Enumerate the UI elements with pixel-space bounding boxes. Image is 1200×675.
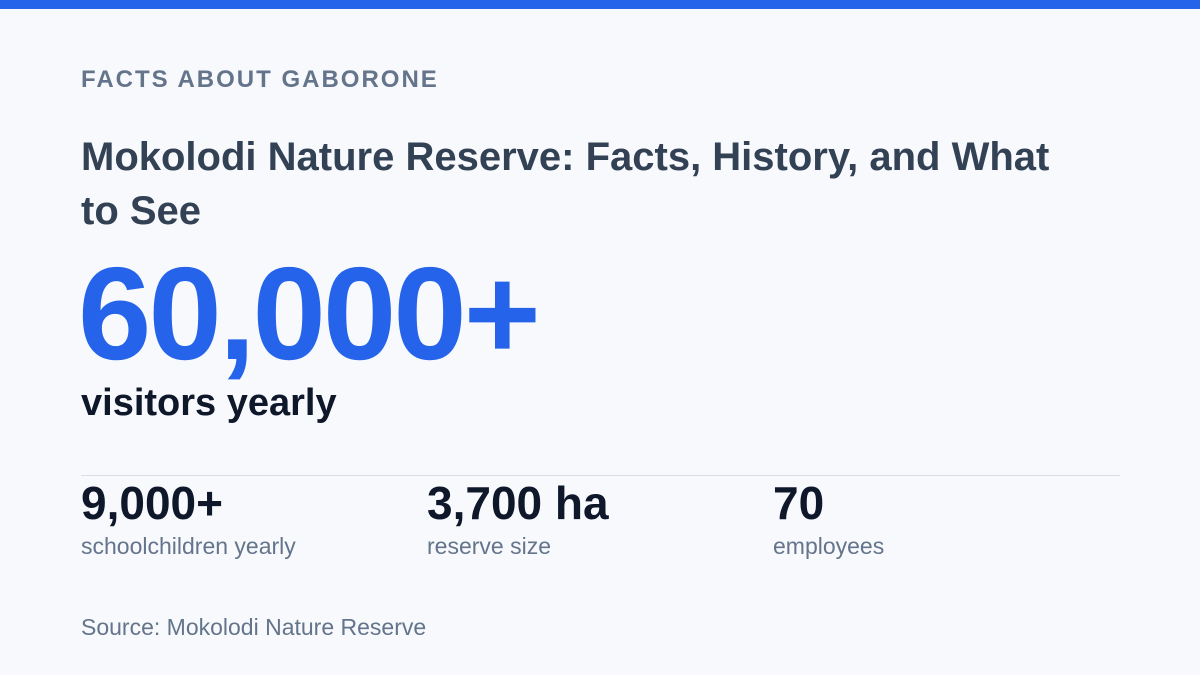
stat-label: reserve size	[427, 533, 551, 559]
stat-value: 3,700 ha	[427, 477, 609, 529]
accent-top-bar	[0, 0, 1200, 9]
fact-card: FACTS ABOUT GABORONE Mokolodi Nature Res…	[0, 0, 1200, 675]
stat-label: schoolchildren yearly	[81, 533, 296, 559]
source-note: Source: Mokolodi Nature Reserve	[81, 614, 427, 640]
page-title: Mokolodi Nature Reserve: Facts, History,…	[81, 135, 1050, 233]
stat-reserve-size: 3,700 ha reserve size	[427, 478, 767, 560]
hero-stat-label: visitors yearly	[81, 382, 337, 424]
kicker-label: FACTS ABOUT GABORONE	[81, 66, 439, 93]
hero-stat-value: 60,000+	[78, 240, 541, 387]
stat-label: employees	[773, 533, 885, 559]
stat-value: 70	[773, 477, 825, 529]
stat-value: 9,000+	[81, 477, 223, 529]
stat-employees: 70 employees	[773, 478, 1113, 560]
stat-schoolchildren: 9,000+ schoolchildren yearly	[81, 478, 421, 560]
section-divider	[81, 475, 1120, 476]
stats-row: 9,000+ schoolchildren yearly 3,700 ha re…	[81, 478, 1120, 568]
